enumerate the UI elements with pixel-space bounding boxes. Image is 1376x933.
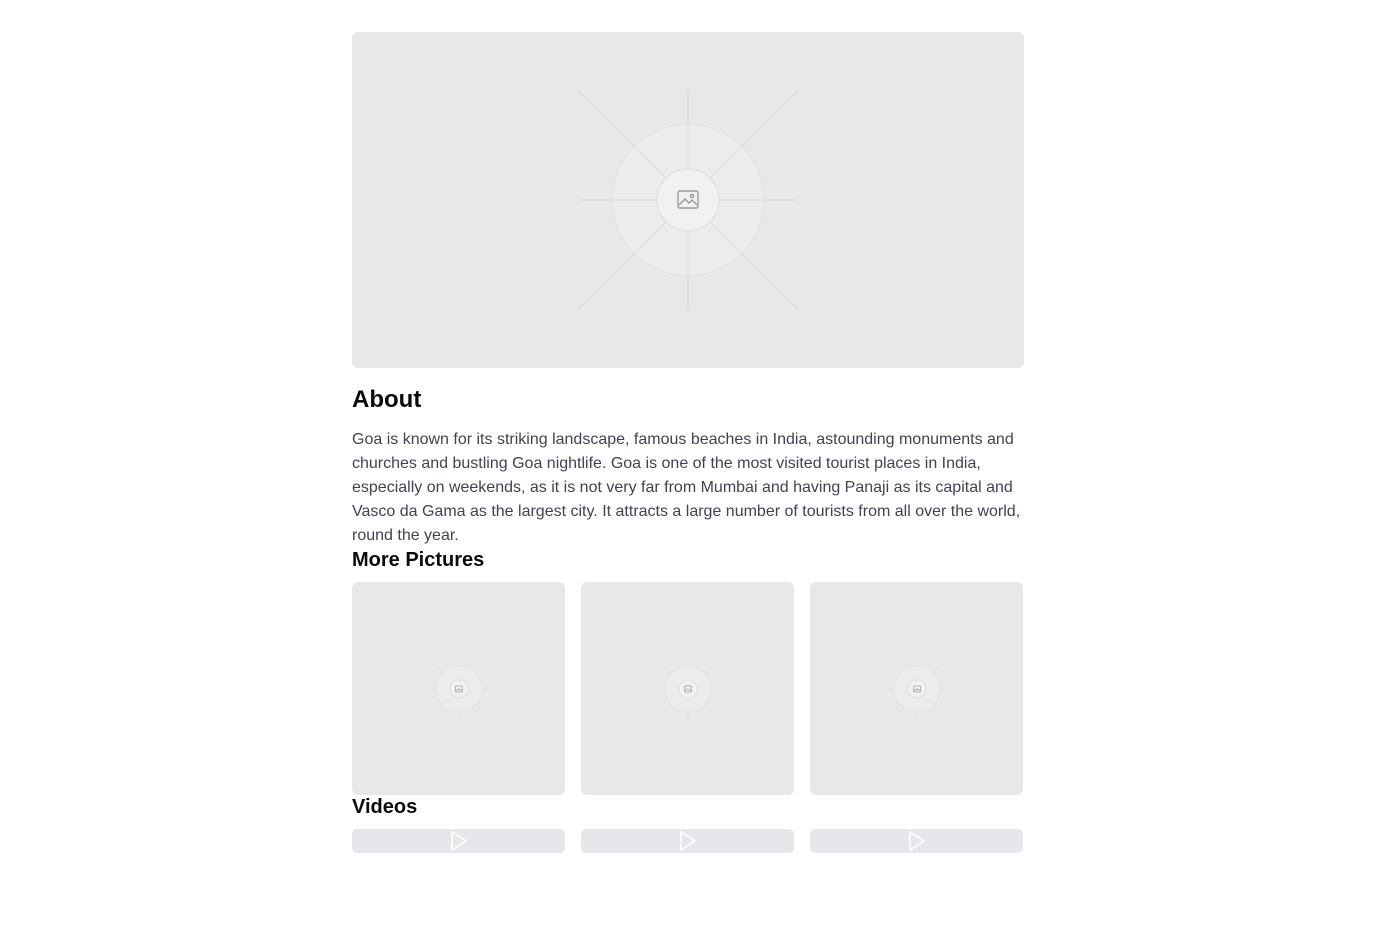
more-pictures-heading: More Pictures <box>352 549 485 571</box>
picture-thumbnail[interactable] <box>581 582 794 795</box>
picture-thumbnail[interactable] <box>810 582 1023 795</box>
play-icon <box>679 831 696 851</box>
image-placeholder-icon <box>888 660 945 717</box>
picture-thumbnail[interactable] <box>352 582 565 795</box>
image-placeholder-icon <box>430 660 487 717</box>
page-content: About Goa is known for its striking land… <box>352 32 1024 853</box>
about-description: Goa is known for its striking landscape,… <box>352 431 1021 544</box>
video-thumbnail[interactable] <box>352 829 565 853</box>
image-placeholder-icon <box>578 90 798 310</box>
image-placeholder-icon <box>659 660 716 717</box>
video-thumbnail[interactable] <box>581 829 794 853</box>
pictures-grid <box>352 582 1024 795</box>
videos-heading: Videos <box>352 796 418 818</box>
video-thumbnail[interactable] <box>810 829 1023 853</box>
videos-list <box>352 829 1024 853</box>
hero-image[interactable] <box>352 32 1024 368</box>
about-heading: About <box>352 386 422 413</box>
play-icon <box>908 831 925 851</box>
play-icon <box>450 831 467 851</box>
